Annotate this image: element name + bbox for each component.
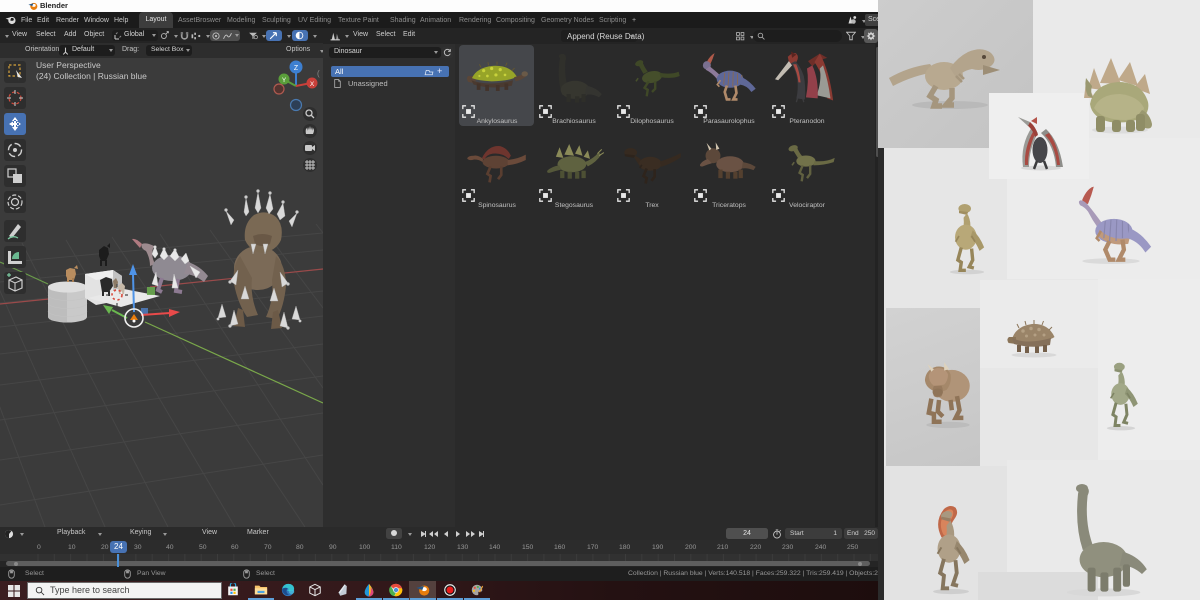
svg-text:X: X — [310, 81, 315, 88]
svg-text:User Perspective: User Perspective — [36, 60, 101, 70]
svg-text:(24) Collection | Russian blue: (24) Collection | Russian blue — [36, 71, 147, 81]
svg-text:Y: Y — [282, 77, 287, 84]
svg-text:Z: Z — [294, 65, 299, 72]
svg-text:(: ( — [317, 69, 320, 78]
